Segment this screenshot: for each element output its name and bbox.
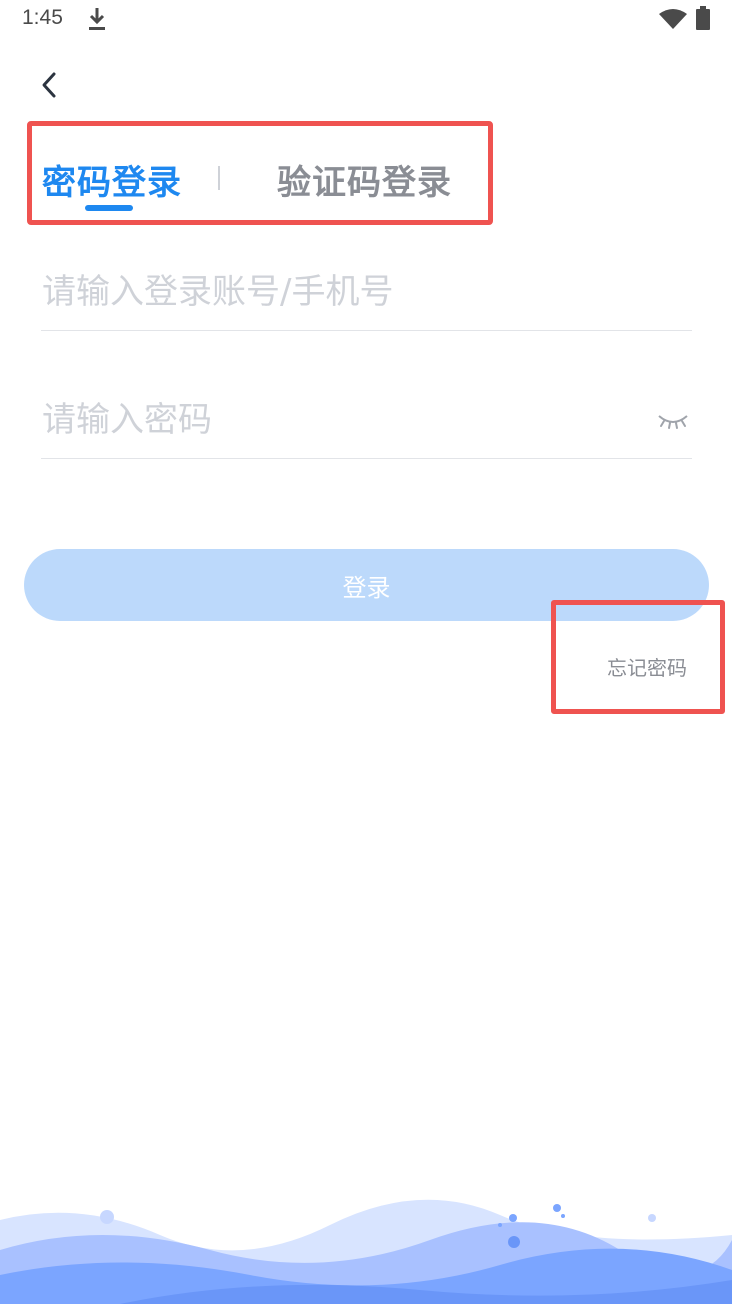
- eye-closed-icon[interactable]: [656, 410, 690, 432]
- back-arrow-icon[interactable]: [36, 66, 66, 104]
- tab-password-login[interactable]: 密码登录: [42, 155, 182, 204]
- password-underline: [41, 458, 692, 459]
- account-underline: [41, 330, 692, 331]
- status-bar: 1:45: [0, 0, 732, 40]
- tab-code-login[interactable]: 验证码登录: [277, 155, 452, 204]
- password-input[interactable]: [42, 400, 632, 440]
- battery-icon: [696, 6, 710, 30]
- status-time: 1:45: [22, 6, 63, 29]
- forgot-password-link[interactable]: 忘记密码: [607, 652, 687, 681]
- tab-active-indicator: [85, 205, 133, 211]
- tab-divider: [218, 166, 220, 190]
- wave-decoration: [0, 1199, 732, 1304]
- download-icon: [89, 8, 105, 30]
- account-input[interactable]: [42, 272, 642, 312]
- wifi-icon: [659, 9, 687, 29]
